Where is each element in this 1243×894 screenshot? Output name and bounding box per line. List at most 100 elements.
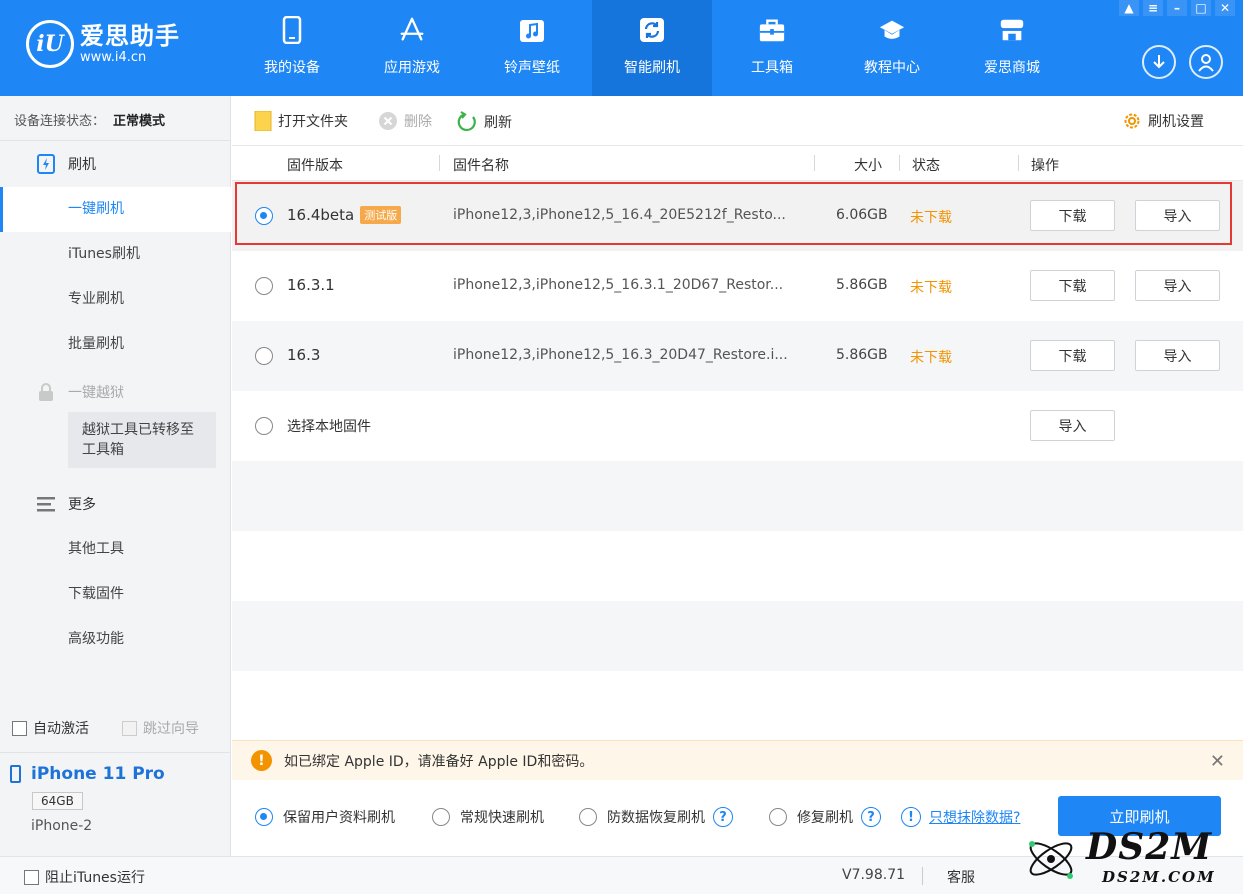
checkbox-box[interactable] [24,869,39,885]
nav-toolbox[interactable]: 工具箱 [712,0,832,96]
sidebar-item-advanced[interactable]: 高级功能 [0,617,231,662]
wipe-data-link[interactable]: ! 只想抹除数据? [901,807,1020,827]
divider [0,140,231,141]
mode-label: 保留用户资料刷机 [283,810,395,826]
skip-guide-checkbox[interactable]: 跳过向导 [122,718,199,738]
delete-button[interactable]: 删除 [378,111,432,131]
download-manager-icon[interactable] [1142,45,1176,79]
nav-apps-games[interactable]: 应用游戏 [352,0,472,96]
sidebar-item-itunes-flash[interactable]: iTunes刷机 [0,232,231,277]
checkbox-box[interactable] [12,720,27,736]
sidebar-item-download-firmware[interactable]: 下载固件 [0,572,231,617]
notice-text: 如已绑定 Apple ID，请准备好 Apple ID和密码。 [284,753,594,770]
firmware-name: iPhone12,3,iPhone12,5_16.3_20D47_Restore… [453,347,788,363]
wipe-link-text[interactable]: 只想抹除数据? [929,807,1020,827]
logo-url: www.i4.cn [80,50,147,65]
flash-settings-button[interactable]: 刷机设置 [1122,111,1204,131]
import-button[interactable]: 导入 [1135,270,1220,301]
empty-row [232,531,1243,601]
nav-label: 智能刷机 [624,60,680,76]
mode-repair[interactable]: 修复刷机 ? [769,807,881,827]
device-name[interactable]: iPhone 11 Pro [10,764,165,784]
help-icon[interactable]: ? [713,807,733,827]
nav-label: 应用游戏 [384,60,440,76]
logo-mark: iU [26,20,74,68]
sidebar-group-more: 更多 [36,494,96,514]
sidebar-group-label: 一键越狱 [68,385,124,401]
table-row[interactable]: 16.3 iPhone12,3,iPhone12,5_16.3_20D47_Re… [232,321,1243,391]
app-version: V7.98.71 [842,867,906,883]
nav-shop[interactable]: 爱思商城 [952,0,1072,96]
close-button[interactable]: ✕ [1215,0,1235,16]
nav-tutorials[interactable]: 教程中心 [832,0,952,96]
info-icon: ! [901,807,921,827]
open-folder-button[interactable]: 打开文件夹 [254,111,348,131]
toolbar-label: 删除 [404,114,432,130]
toolbar-label: 刷新 [484,115,512,131]
close-icon[interactable]: ✕ [1210,751,1225,772]
mode-anti-recovery[interactable]: 防数据恢复刷机 ? [579,807,733,827]
refresh-icon [638,16,666,44]
mode-keep-data[interactable]: 保留用户资料刷机 [255,807,395,827]
mode-radio[interactable] [255,808,273,826]
firmware-radio[interactable] [255,347,273,365]
table-row-local-firmware[interactable]: 选择本地固件 导入 [232,391,1243,461]
menu-icon[interactable]: ≡ [1143,0,1163,16]
sidebar-item-batch-flash[interactable]: 批量刷机 [0,322,231,367]
mode-radio[interactable] [432,808,450,826]
nav-label: 我的设备 [264,60,320,76]
connection-status-value: 正常模式 [113,114,166,129]
col-separator [899,155,900,171]
gear-icon [1122,111,1142,131]
block-itunes-checkbox[interactable]: 阻止iTunes运行 [24,867,145,887]
firmware-radio[interactable] [255,277,273,295]
mode-quick[interactable]: 常规快速刷机 [432,807,544,827]
table-row[interactable]: 16.3.1 iPhone12,3,iPhone12,5_16.3.1_20D6… [232,251,1243,321]
sidebar-item-one-click-flash[interactable]: 一键刷机 [0,187,231,232]
firmware-radio[interactable] [255,417,273,435]
window-controls: ▲ ≡ – □ ✕ [1119,0,1235,16]
shop-icon [998,16,1026,44]
apple-id-notice: ! 如已绑定 Apple ID，请准备好 Apple ID和密码。 ✕ [232,740,1243,780]
list-icon [36,494,56,514]
atom-logo-icon [1029,841,1073,879]
checkbox-label: 阻止iTunes运行 [45,870,145,886]
divider [922,867,923,885]
sidebar-group-jailbreak: 一键越狱 [36,382,124,402]
nav-my-device[interactable]: 我的设备 [232,0,352,96]
checkbox-box[interactable] [122,720,137,736]
download-button[interactable]: 下载 [1030,340,1115,371]
app-header: iU 爱思助手 www.i4.cn 我的设备 应用游戏 铃声壁纸 智能刷机 工具… [0,0,1243,96]
import-local-button[interactable]: 导入 [1030,410,1115,441]
mode-radio[interactable] [769,808,787,826]
checkbox-label: 自动激活 [33,721,89,737]
sidebar-item-pro-flash[interactable]: 专业刷机 [0,277,231,322]
graduation-cap-icon [878,16,906,44]
device-model: iPhone-2 [31,818,93,834]
col-version: 固件版本 [287,158,343,174]
skin-icon[interactable]: ▲ [1119,0,1139,16]
nav-label: 工具箱 [751,60,793,76]
help-icon[interactable]: ? [861,807,881,827]
auto-activate-checkbox[interactable]: 自动激活 [12,718,89,738]
import-button[interactable]: 导入 [1135,340,1220,371]
refresh-button[interactable]: 刷新 [456,111,512,133]
mode-radio[interactable] [579,808,597,826]
maximize-button[interactable]: □ [1191,0,1211,16]
nav-ringtones-wallpapers[interactable]: 铃声壁纸 [472,0,592,96]
refresh-icon [456,111,478,133]
user-account-icon[interactable] [1189,45,1223,79]
col-name: 固件名称 [453,158,509,174]
sidebar-group-label: 更多 [68,497,96,513]
sidebar-item-other-tools[interactable]: 其他工具 [0,527,231,572]
minimize-button[interactable]: – [1167,0,1187,16]
divider [0,752,231,753]
mode-label: 防数据恢复刷机 [607,810,705,826]
nav-smart-flash[interactable]: 智能刷机 [592,0,712,96]
firmware-version: 16.3 [287,346,321,364]
customer-service-link[interactable]: 客服 [947,867,975,887]
flash-phone-icon [36,154,56,174]
app-logo: iU 爱思助手 www.i4.cn [26,20,180,68]
download-button[interactable]: 下载 [1030,270,1115,301]
delete-icon [378,111,398,131]
